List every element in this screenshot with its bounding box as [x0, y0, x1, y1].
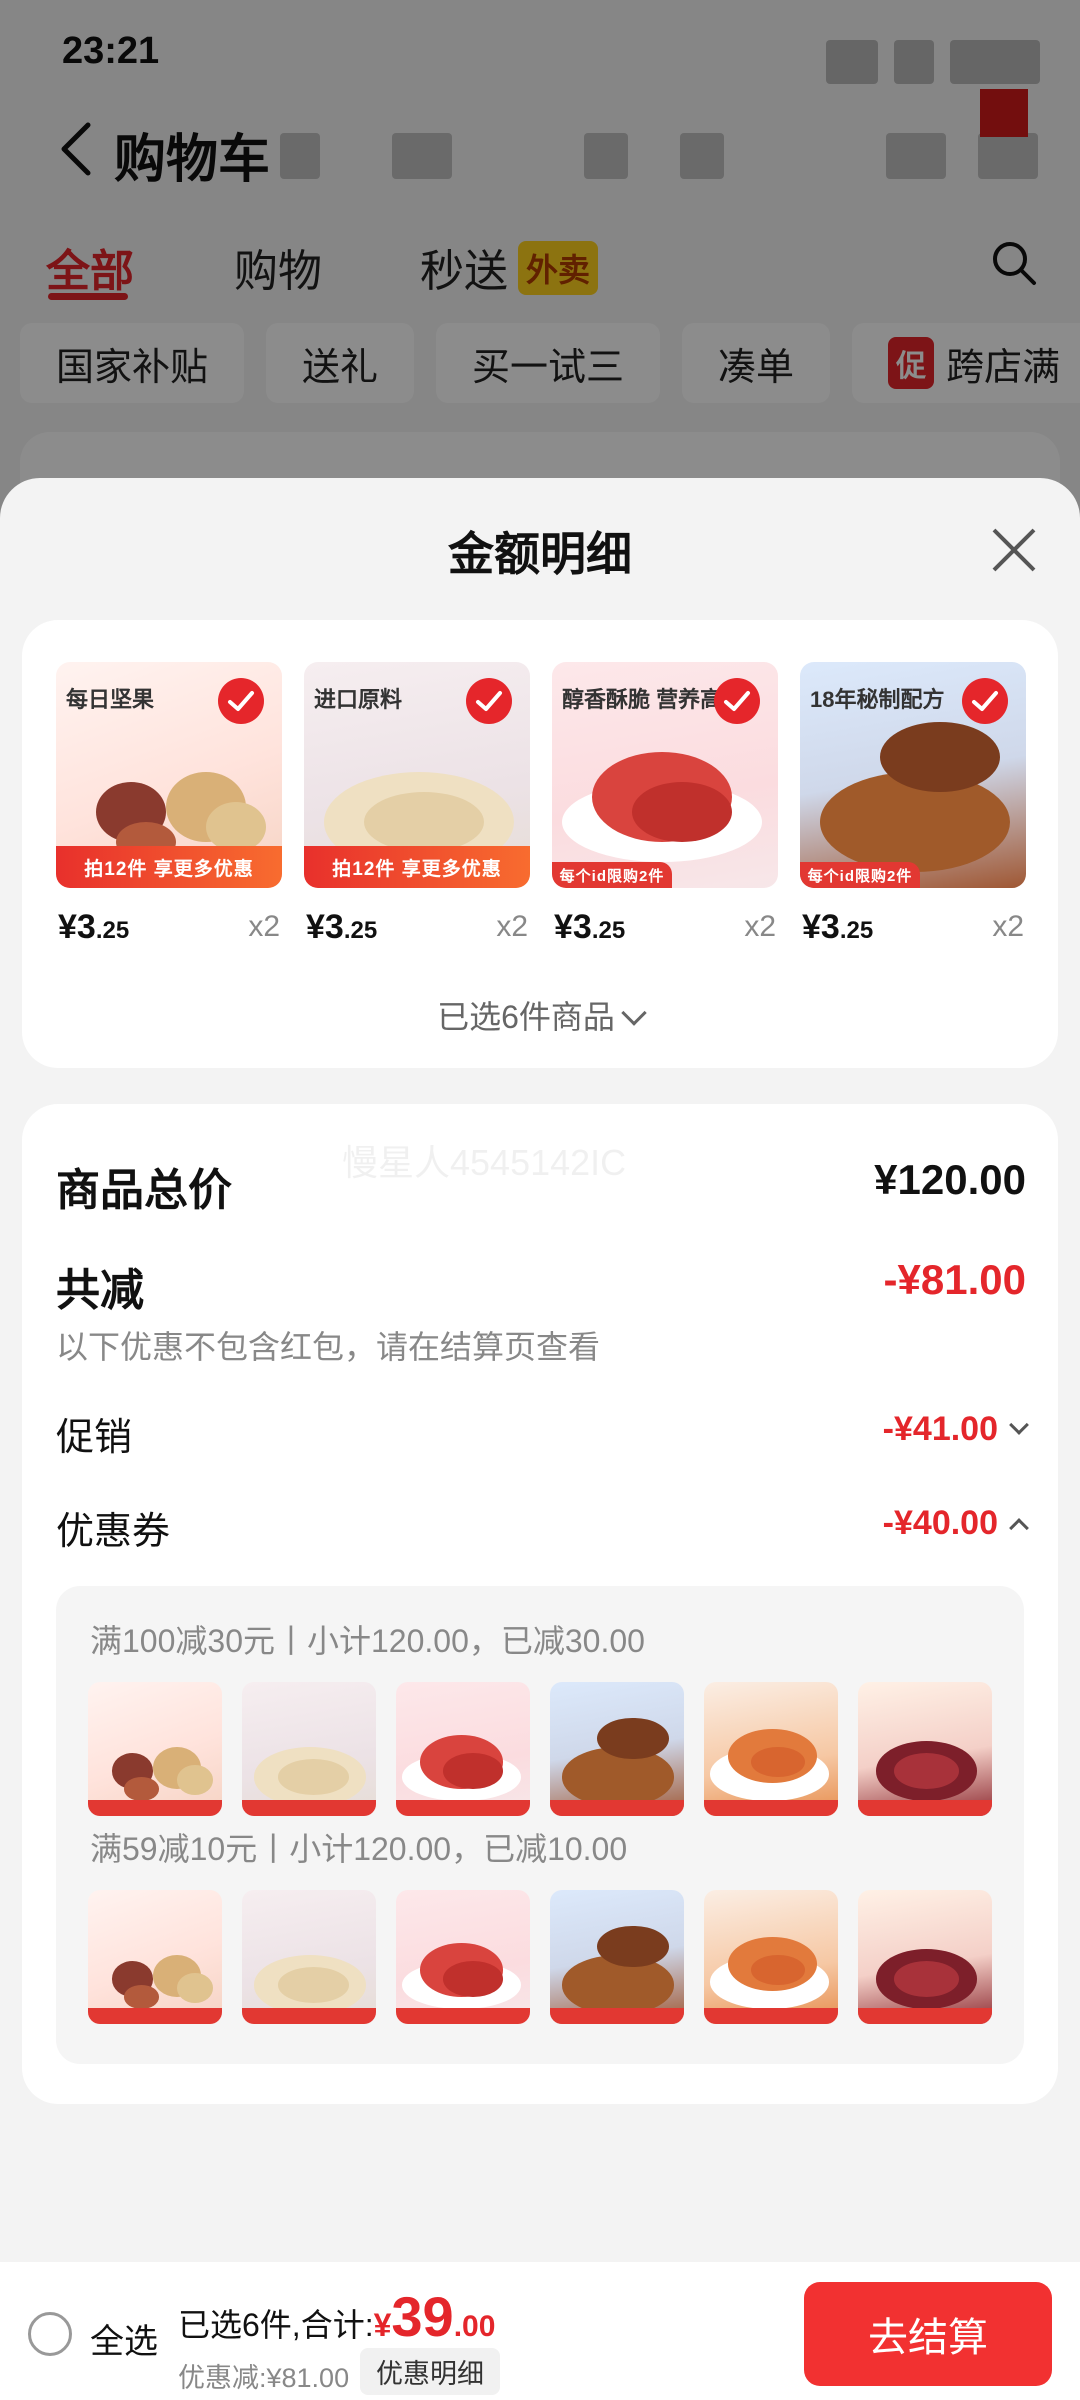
product-price-row: ¥3.25 x2 — [304, 902, 530, 952]
product-item[interactable]: 每日坚果 拍12件 享更多优惠 ¥3.25 x2 — [56, 662, 282, 952]
price-detail-card: 慢星人4545142IC 商品总价 ¥120.00 共减 -¥81.00 以下优… — [22, 1104, 1058, 2104]
discount-amount: 优惠减:¥81.00 — [178, 2363, 350, 2393]
product-promo-banner: 拍12件 享更多优惠 — [304, 846, 530, 888]
product-image-text: 18年秘制配方 — [810, 687, 945, 712]
selected-sum-label: 已选6件,合计: — [178, 2307, 374, 2343]
product-promo-banner: 每个id限购2件 — [552, 862, 672, 888]
product-image: 进口原料 拍12件 享更多优惠 — [304, 662, 530, 888]
coupon-breakdown: 满100减30元丨小计120.00，已减30.00 满59减10元丨小计120.… — [56, 1586, 1024, 2064]
products-row: 每日坚果 拍12件 享更多优惠 ¥3.25 x2 进口原料 拍12件 享更多优惠… — [56, 662, 1026, 952]
coupon-product-thumbnail — [242, 1682, 376, 1816]
selected-count-toggle[interactable]: 已选6件商品 — [22, 992, 1058, 1038]
sum-currency: ¥ — [373, 2307, 392, 2343]
product-price-row: ¥3.25 x2 — [800, 902, 1026, 952]
product-image-text: 进口原料 — [314, 687, 403, 712]
price-integer: ¥3 — [554, 908, 592, 946]
product-price: ¥3.25 — [802, 908, 873, 947]
chevron-up-icon — [1009, 1517, 1029, 1538]
product-price-row: ¥3.25 x2 — [552, 902, 778, 952]
checked-icon[interactable] — [218, 678, 264, 724]
sum-integer: 39 — [391, 2285, 454, 2348]
product-item[interactable]: 进口原料 拍12件 享更多优惠 ¥3.25 x2 — [304, 662, 530, 952]
discount-note: 以下优惠不包含红包，请在结算页查看 — [56, 1329, 601, 1365]
product-item[interactable]: 18年秘制配方 每个id限购2件 ¥3.25 x2 — [800, 662, 1026, 952]
coupon-label: 优惠券 — [56, 1511, 171, 1553]
coupon-product-thumbnail — [88, 1682, 222, 1816]
coupon-product-thumbnail — [704, 1682, 838, 1816]
coupon-row-toggle[interactable]: -¥40.00 — [882, 1504, 1029, 1543]
product-item[interactable]: 醇香酥脆 营养高 每个id限购2件 ¥3.25 x2 — [552, 662, 778, 952]
checked-icon[interactable] — [466, 678, 512, 724]
checkout-bar: 全选 已选6件,合计: ¥ 39 .00 优惠减:¥81.00 优惠明细 去结算 — [0, 2262, 1080, 2400]
coupon-product-thumbnail — [858, 1682, 992, 1816]
selected-count-label: 已选6件商品 — [437, 999, 615, 1035]
coupon-2-thumbs — [88, 1890, 992, 2024]
product-image: 18年秘制配方 每个id限购2件 — [800, 662, 1026, 888]
product-price: ¥3.25 — [554, 908, 625, 947]
checked-icon[interactable] — [714, 678, 760, 724]
sheet-title: 金额明细 — [448, 528, 632, 580]
product-quantity: x2 — [992, 910, 1024, 943]
coupon-1-thumbs — [88, 1682, 992, 1816]
chevron-down-icon — [1009, 1414, 1029, 1435]
total-reduce-value: -¥81.00 — [883, 1256, 1026, 1303]
promotion-value: -¥41.00 — [882, 1410, 998, 1448]
sum-decimal: .00 — [453, 2310, 496, 2343]
price-decimal: .25 — [839, 917, 874, 944]
coupon-value: -¥40.00 — [882, 1504, 998, 1542]
checkout-button[interactable]: 去结算 — [804, 2282, 1052, 2386]
promotion-label: 促销 — [56, 1417, 133, 1459]
coupon-product-thumbnail — [704, 1890, 838, 2024]
discount-detail-button[interactable]: 优惠明细 — [360, 2348, 500, 2395]
select-all-radio[interactable] — [28, 2312, 72, 2356]
coupon-product-thumbnail — [396, 1890, 530, 2024]
coupon-line-2: 满59减10元丨小计120.00，已减10.00 — [90, 1831, 628, 1867]
promotion-row-toggle[interactable]: -¥41.00 — [882, 1410, 1029, 1449]
product-price: ¥3.25 — [58, 908, 129, 947]
close-icon[interactable] — [986, 522, 1042, 578]
select-all-label[interactable]: 全选 — [90, 2314, 158, 2363]
chevron-down-icon — [621, 1000, 647, 1026]
price-integer: ¥3 — [58, 908, 96, 946]
product-image-text: 醇香酥脆 营养高 — [562, 687, 723, 712]
price-decimal: .25 — [95, 917, 130, 944]
checked-icon[interactable] — [962, 678, 1008, 724]
total-sum: 已选6件,合计: ¥ 39 .00 — [178, 2284, 495, 2349]
product-image-text: 每日坚果 — [66, 687, 155, 712]
coupon-product-thumbnail — [88, 1890, 222, 2024]
product-image: 每日坚果 拍12件 享更多优惠 — [56, 662, 282, 888]
amount-detail-sheet: 金额明细 每日坚果 拍12件 享更多优惠 ¥3.25 x2 进口原料 拍12件 … — [0, 478, 1080, 2400]
price-integer: ¥3 — [306, 908, 344, 946]
coupon-product-thumbnail — [242, 1890, 376, 2024]
price-decimal: .25 — [343, 917, 378, 944]
product-promo-banner: 拍12件 享更多优惠 — [56, 846, 282, 888]
total-price-value: ¥120.00 — [874, 1156, 1026, 1203]
product-price: ¥3.25 — [306, 908, 377, 947]
coupon-product-thumbnail — [858, 1890, 992, 2024]
price-integer: ¥3 — [802, 908, 840, 946]
price-decimal: .25 — [591, 917, 626, 944]
total-reduce-label: 共减 — [56, 1266, 144, 1315]
coupon-product-thumbnail — [550, 1682, 684, 1816]
coupon-line-1: 满100减30元丨小计120.00，已减30.00 — [90, 1623, 645, 1659]
product-promo-banner: 每个id限购2件 — [800, 862, 920, 888]
product-price-row: ¥3.25 x2 — [56, 902, 282, 952]
coupon-product-thumbnail — [396, 1682, 530, 1816]
product-image: 醇香酥脆 营养高 每个id限购2件 — [552, 662, 778, 888]
selected-products-card: 每日坚果 拍12件 享更多优惠 ¥3.25 x2 进口原料 拍12件 享更多优惠… — [22, 620, 1058, 1068]
product-quantity: x2 — [496, 910, 528, 943]
product-quantity: x2 — [744, 910, 776, 943]
coupon-product-thumbnail — [550, 1890, 684, 2024]
total-price-label: 商品总价 — [56, 1166, 232, 1215]
product-quantity: x2 — [248, 910, 280, 943]
watermark: 慢星人4545142IC — [342, 1142, 627, 1183]
